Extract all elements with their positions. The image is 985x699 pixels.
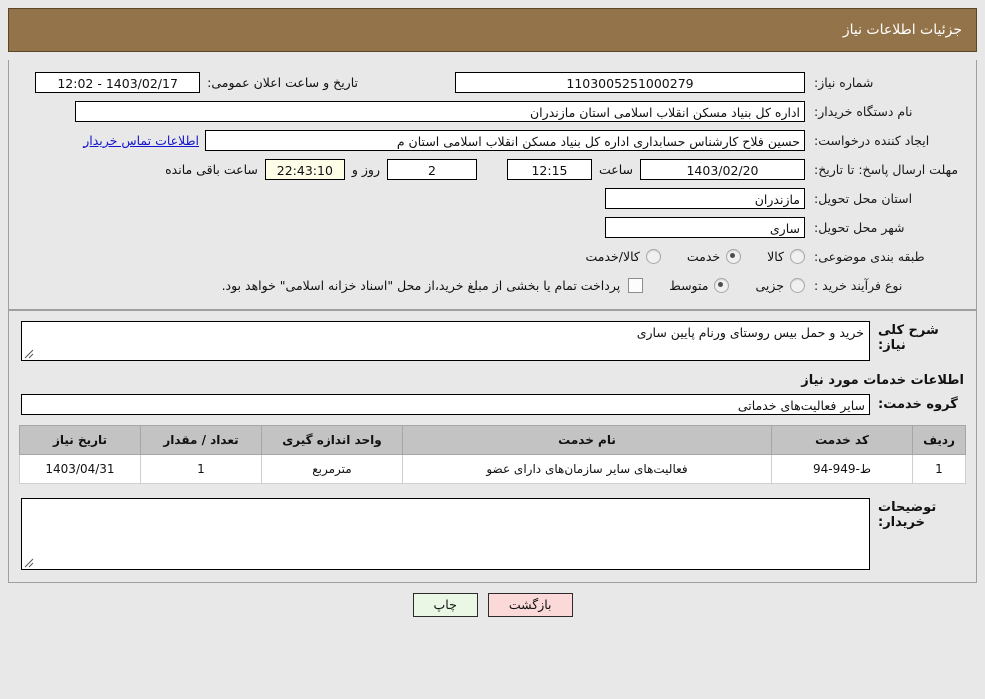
table-row: 1 ط-949-94 فعالیت‌های سایر سازمان‌های دا… [19,454,966,484]
row-buyer-org: نام دستگاه خریدار: اداره کل بنیاد مسکن ا… [9,98,976,124]
radio-button-icon[interactable] [645,248,661,264]
remaining-countdown-value: 22:43:10 [264,158,345,180]
buyer-org-label: نام دستگاه خریدار: [814,103,913,119]
process-option-jozei[interactable]: جزیی [755,277,805,293]
radio-button-selected-icon[interactable] [726,248,742,264]
description-textarea[interactable]: خرید و حمل بیس روستای ورنام پایین ساری [21,321,870,361]
column-header-service-code: کد خدمت [771,425,913,455]
treasury-documents-checkbox[interactable] [628,277,644,293]
cell-unit: مترمربع [261,454,403,484]
creator-value: حسین فلاح کارشناس حسابداری اداره کل بنیا… [205,129,805,151]
buyer-org-value: اداره کل بنیاد مسکن انقلاب اسلامی استان … [75,100,805,122]
row-response-deadline: مهلت ارسال پاسخ: تا تاریخ: 1403/02/20 سا… [9,156,976,182]
need-details-panel: شماره نیاز: 1103005251000279 تاریخ و ساع… [8,60,977,310]
process-radio-group: جزیی متوسط [643,277,805,293]
process-option-label: جزیی [755,277,784,293]
column-header-need-date: تاریخ نیاز [19,425,141,455]
category-option-khedmat[interactable]: خدمت [686,248,742,264]
creator-label: ایجاد کننده درخواست: [814,132,930,148]
category-radio-group: کالا خدمت کالا/خدمت [559,248,805,264]
services-table-wrap: ردیف کد خدمت نام خدمت واحد اندازه گیری ت… [9,425,976,484]
announce-datetime-value: 1403/02/17 - 12:02 [35,71,201,93]
row-request-creator: ایجاد کننده درخواست: حسین فلاح کارشناس ح… [9,127,976,153]
print-button[interactable]: چاپ [412,593,478,617]
row-delivery-province: استان محل تحویل: مازندران [9,185,976,211]
city-label: شهر محل تحویل: [814,219,905,235]
row-purchase-process: نوع فرآیند خرید : جزیی متوسط پرداخت تمام… [9,272,976,298]
cell-need-date: 1403/04/31 [19,454,141,484]
row-delivery-city: شهر محل تحویل: ساری [9,214,976,240]
process-option-label: متوسط [669,277,709,293]
services-table-body: 1 ط-949-94 فعالیت‌های سایر سازمان‌های دا… [19,454,966,484]
page-header: جزئیات اطلاعات نیاز [8,8,977,52]
remaining-days-value: 2 [386,158,477,180]
deadline-label: مهلت ارسال پاسخ: تا تاریخ: [814,161,959,177]
category-label: طبقه بندی موضوعی: [814,248,925,264]
description-value: خرید و حمل بیس روستای ورنام پایین ساری [636,325,864,340]
footer-actions: بازگشت چاپ [0,593,985,617]
need-number-value: 1103005251000279 [455,71,805,93]
city-value: ساری [605,216,805,238]
row-need-number: شماره نیاز: 1103005251000279 تاریخ و ساع… [9,69,976,95]
treasury-note-text: پرداخت تمام یا بخشی از مبلغ خرید،از محل … [221,277,621,293]
cell-quantity: 1 [140,454,262,484]
column-header-service-name: نام خدمت [402,425,772,455]
radio-button-selected-icon[interactable] [714,277,730,293]
process-label: نوع فرآیند خرید : [814,277,903,293]
column-header-unit: واحد اندازه گیری [261,425,403,455]
row-subject-category: طبقه بندی موضوعی: کالا خدمت کالا/خدمت [9,243,976,269]
cell-service-name: فعالیت‌های سایر سازمان‌های دارای عضو [402,454,772,484]
table-header-row: ردیف کد خدمت نام خدمت واحد اندازه گیری ت… [19,425,966,455]
buyer-notes-textarea[interactable] [21,498,870,570]
row-buyer-notes: توضیحات خریدار: [9,484,976,582]
cell-row-no: 1 [912,454,966,484]
services-table: ردیف کد خدمت نام خدمت واحد اندازه گیری ت… [19,425,966,484]
deadline-date-value: 1403/02/20 [640,158,805,180]
resize-handle-icon[interactable] [24,349,34,359]
service-group-label: گروه خدمت: [878,397,958,412]
cell-service-code: ط-949-94 [771,454,913,484]
province-label: استان محل تحویل: [814,190,913,206]
category-option-label: خدمت [686,248,721,264]
page-root: جزئیات اطلاعات نیاز شماره نیاز: 11030052… [0,8,985,617]
column-header-row-no: ردیف [912,425,966,455]
countdown-label: ساعت باقی مانده [165,161,258,177]
category-option-label: کالا/خدمت [585,248,640,264]
need-body-panel: شرح کلی نیاز: خرید و حمل بیس روستای ورنا… [8,310,977,583]
services-section-title: اطلاعات خدمات مورد نیاز [801,373,964,388]
deadline-time-value: 12:15 [506,158,592,180]
province-value: مازندران [605,187,805,209]
resize-handle-icon[interactable] [24,558,34,568]
back-button[interactable]: بازگشت [487,593,573,617]
radio-button-icon[interactable] [790,248,805,264]
process-option-motevaset[interactable]: متوسط [669,277,730,293]
row-service-group: گروه خدمت: سایر فعالیت‌های خدماتی [9,394,976,415]
service-group-value: سایر فعالیت‌های خدماتی [21,394,870,415]
hour-label: ساعت [598,161,633,177]
column-header-quantity: تعداد / مقدار [140,425,262,455]
category-option-kala[interactable]: کالا [767,248,805,264]
general-description-section: شرح کلی نیاز: خرید و حمل بیس روستای ورنا… [9,311,976,363]
need-number-label: شماره نیاز: [814,74,874,90]
radio-button-icon[interactable] [790,277,805,293]
services-table-head: ردیف کد خدمت نام خدمت واحد اندازه گیری ت… [19,425,966,455]
announce-datetime-label: تاریخ و ساعت اعلان عمومی: [207,74,358,90]
category-option-kala-khedmat[interactable]: کالا/خدمت [585,248,661,264]
need-details-section: شماره نیاز: 1103005251000279 تاریخ و ساع… [9,60,976,309]
buyer-notes-label: توضیحات خریدار: [878,500,937,530]
buyer-contact-link[interactable]: اطلاعات تماس خریدار [81,130,205,151]
row-general-description: شرح کلی نیاز: خرید و حمل بیس روستای ورنا… [21,321,964,361]
days-label: روز و [351,161,380,177]
page-title: جزئیات اطلاعات نیاز [842,22,962,38]
category-option-label: کالا [767,248,784,264]
description-label: شرح کلی نیاز: [878,323,939,353]
